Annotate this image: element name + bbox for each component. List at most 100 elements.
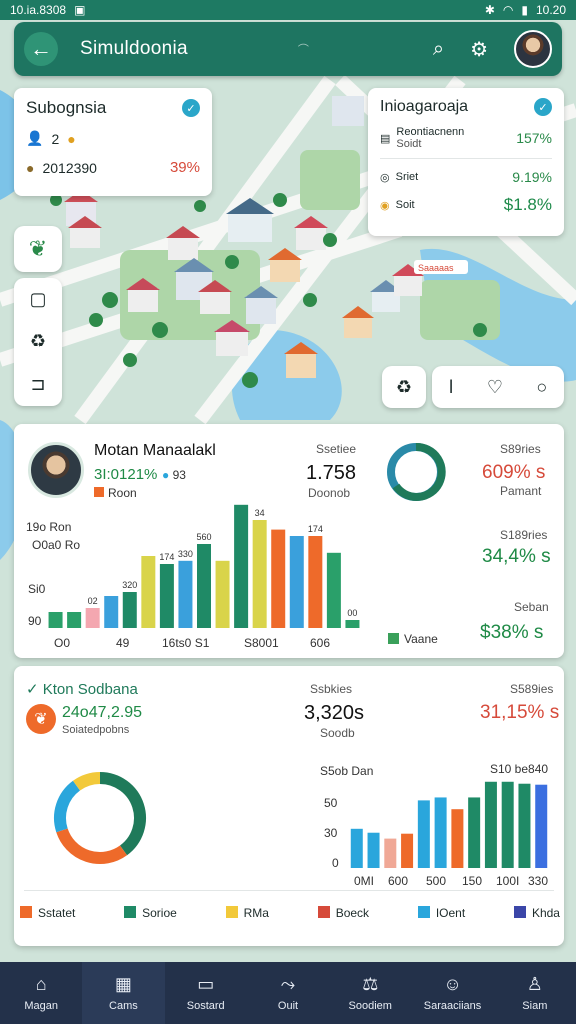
bar-c2[interactable] [367, 832, 380, 868]
right-top-label: S89ries [500, 442, 541, 456]
thermometer-icon[interactable]: ǀ [449, 377, 454, 398]
nav-item-soodiem[interactable]: ⚖ Soodiem [329, 962, 411, 1024]
eco-button[interactable]: ❦ [14, 226, 62, 272]
nav-label: Magan [24, 1000, 58, 1012]
bar-b15[interactable] [308, 536, 323, 628]
dashboard-icon: ▭ [197, 974, 215, 994]
donut-slice[interactable] [72, 772, 101, 791]
bar-b13[interactable] [271, 529, 286, 628]
arrow-left-icon: ← [30, 36, 52, 61]
bar-c5[interactable] [417, 800, 430, 868]
bar-data-label: 174 [308, 524, 323, 534]
donut-chart[interactable] [48, 766, 152, 870]
coin-icon: ● [67, 130, 76, 147]
y-tick-3: 0 [332, 856, 339, 870]
bar-b3[interactable] [85, 608, 100, 628]
bar-b2[interactable] [67, 612, 82, 628]
book-icon[interactable]: ⊐ [30, 374, 45, 395]
bar-c6[interactable] [434, 797, 447, 868]
battery-icon: ▮ [521, 3, 528, 17]
nav-item-siam[interactable]: ♙ Siam [494, 962, 576, 1024]
document-icon: ▤ [380, 132, 391, 145]
distribution-panel: ✓ Kton Sodbana ❦ 24o47,2.95 Soiatedpobns… [14, 666, 564, 946]
search-icon[interactable]: ⌕ [433, 38, 444, 61]
nav-item-cams[interactable]: ▦ Cams [82, 962, 165, 1024]
r3-label: Soit [395, 199, 415, 211]
legend-item[interactable]: Khda [513, 906, 560, 920]
cookie-icon: ● [26, 159, 35, 176]
bar-b14[interactable] [289, 536, 304, 628]
leaf-badge-icon: ❦ [26, 704, 56, 734]
bar-c10[interactable] [501, 781, 514, 868]
money-icon: ◎ [380, 171, 390, 184]
svg-text:Saaaaas: Saaaaas [418, 263, 454, 273]
bar-b12[interactable] [252, 520, 267, 628]
bar-b11[interactable] [234, 504, 249, 628]
bar-chart-secondary[interactable] [346, 770, 552, 868]
legend-item[interactable]: Boeck [317, 906, 369, 920]
x-tick-6: 330 [528, 874, 549, 888]
donut-slice[interactable] [99, 772, 146, 856]
bar-b16[interactable] [326, 552, 341, 628]
dot-icon: ● [162, 468, 170, 482]
route-icon: ⤳ [280, 974, 296, 994]
r1-label: Reontiacnenn [396, 126, 465, 138]
bar-b6[interactable] [141, 556, 156, 628]
x-tick-1: 0MI [354, 874, 375, 888]
manager-name: Motan Manaalakl [94, 442, 216, 459]
summary-card[interactable]: Subognsia ✓ 👤 2 ● ● 2012390 39% [14, 88, 212, 196]
bar-b17[interactable] [345, 620, 360, 628]
recycle-icon[interactable]: ♻ [30, 331, 46, 352]
x-label-5: 606 [310, 636, 331, 650]
status-time: 10.ia.8308 [10, 3, 67, 17]
bar-b10[interactable] [215, 560, 230, 628]
bar-chart-main[interactable]: 02 320 174 330560 34 174 00 [44, 494, 364, 628]
bar-c7[interactable] [451, 809, 464, 868]
legend-swatch [317, 906, 330, 918]
bar-c12[interactable] [535, 784, 548, 868]
clipboard-icon[interactable]: ▢ [29, 289, 46, 310]
donut-slice[interactable] [56, 828, 128, 864]
nav-item-magan[interactable]: ⌂ Magan [0, 962, 82, 1024]
legend-item[interactable]: RMa [225, 906, 269, 920]
bar-b5[interactable] [122, 592, 137, 628]
bar-c11[interactable] [518, 783, 531, 868]
legend-label: Khda [531, 906, 560, 920]
bar-c9[interactable] [484, 781, 497, 868]
bar-c4[interactable] [401, 833, 414, 868]
nav-label: Cams [109, 1000, 138, 1012]
bar-c1[interactable] [350, 828, 363, 868]
pin-icon[interactable]: ♡ [487, 377, 503, 398]
recycle-tool-button[interactable]: ♻ [382, 366, 426, 408]
bar-data-label: 00 [347, 608, 357, 618]
settings-icon[interactable]: ⚙ [470, 37, 488, 62]
back-button[interactable]: ← [24, 32, 58, 66]
nav-item-sostard[interactable]: ▭ Sostard [165, 962, 247, 1024]
card-title: Subognsia [26, 98, 107, 117]
bar-data-label: 330 [178, 549, 193, 559]
donut-slice[interactable] [54, 780, 81, 833]
legend-item[interactable]: Sorioe [124, 906, 177, 920]
coins-icon: ◉ [380, 199, 390, 212]
info-card[interactable]: Inioagaroaja ✓ ▤ Reontiacnenn Soidt 157% ◎ Sr… [368, 88, 564, 236]
bar-b1[interactable] [48, 612, 63, 628]
nav-item-saraaciians[interactable]: ☺ Saraaciians [411, 962, 493, 1024]
r2-label: Sriet [395, 171, 419, 183]
legend-swatch [513, 906, 526, 918]
bar-c3[interactable] [384, 838, 397, 868]
tool-group: ǀ ♡ ○ [432, 366, 564, 408]
x-tick-3: 500 [426, 874, 447, 888]
bar-b7[interactable] [159, 564, 174, 628]
bar-b9[interactable] [197, 544, 211, 628]
bar-b8[interactable] [178, 560, 193, 628]
bar-b4[interactable] [104, 596, 119, 628]
nav-label: Ouit [277, 1000, 299, 1012]
legend-item[interactable]: IOent [417, 906, 465, 920]
legend-swatch [124, 906, 137, 918]
chat-icon[interactable]: ○ [536, 377, 547, 398]
bar-c8[interactable] [468, 797, 481, 868]
nav-item-ouit[interactable]: ⤳ Ouit [247, 962, 329, 1024]
legend-item[interactable]: Sstatet [20, 906, 75, 920]
avatar[interactable] [514, 30, 552, 68]
legend-value: Vaane [388, 632, 438, 646]
